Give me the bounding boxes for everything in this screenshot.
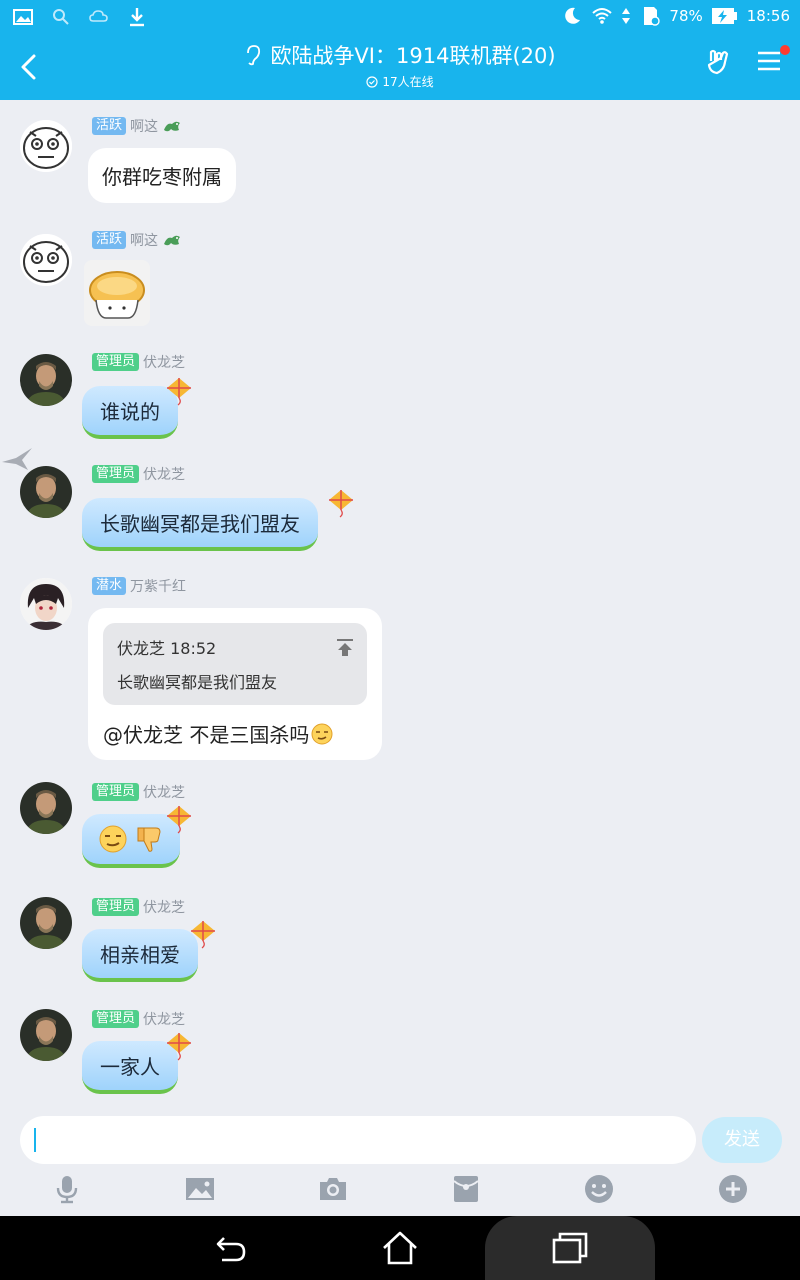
- bun-sticker[interactable]: [84, 260, 150, 326]
- chat-area[interactable]: 活跃 啊这 你群吃枣附属 活跃 啊这 管理员 伏龙芝 谁说的 管理员 伏龙芝 长…: [0, 100, 800, 1103]
- avatar-officer[interactable]: [20, 782, 72, 834]
- hamburger-icon: [758, 51, 780, 71]
- text-caret: [34, 1128, 36, 1152]
- clock: 18:56: [746, 7, 790, 25]
- message-bubble[interactable]: 你群吃枣附属: [88, 148, 236, 203]
- camera-icon[interactable]: [317, 1173, 349, 1205]
- avatar-cartoon-face[interactable]: [20, 120, 72, 172]
- dragon-icon: [164, 121, 181, 132]
- quote-text: 长歌幽冥都是我们盟友: [117, 673, 278, 692]
- sender-name[interactable]: 啊这: [130, 116, 158, 136]
- search-icon: [53, 9, 69, 25]
- admin-badge: 管理员: [92, 1010, 140, 1028]
- wifi-icon: [592, 8, 613, 24]
- online-check-icon: [366, 75, 378, 88]
- send-button[interactable]: 发送: [702, 1117, 782, 1163]
- avatar-cartoon-face[interactable]: [20, 234, 72, 286]
- gallery-icon: [13, 9, 33, 25]
- avatar-officer[interactable]: [20, 354, 72, 406]
- dragon-icon: [164, 235, 181, 246]
- battery-charging-icon: [711, 8, 737, 24]
- notification-dot: [780, 45, 790, 55]
- member-badge: 活跃: [92, 231, 127, 249]
- officer-portrait-icon: [20, 466, 72, 518]
- kite-icon: [167, 378, 191, 406]
- sender-name[interactable]: 万紫千红: [130, 576, 186, 596]
- ear-icon: [247, 45, 261, 66]
- avatar-anime[interactable]: [20, 578, 72, 630]
- sdcard-icon: [644, 7, 661, 26]
- admin-badge: 管理员: [92, 353, 140, 371]
- jump-to-top-icon[interactable]: [335, 637, 355, 657]
- anime-portrait-icon: [20, 578, 72, 630]
- member-badge: 潜水: [92, 577, 127, 595]
- cartoon-face-icon: [20, 120, 72, 172]
- message-bubble[interactable]: 相亲相爱: [82, 929, 198, 982]
- menu-button[interactable]: [756, 45, 790, 77]
- officer-portrait-icon: [20, 782, 72, 834]
- member-badge: 活跃: [92, 117, 127, 135]
- message-bubble[interactable]: 长歌幽冥都是我们盟友: [82, 498, 318, 551]
- sender-name[interactable]: 伏龙芝: [143, 782, 185, 802]
- quote-author: 伏龙芝 18:52: [117, 639, 217, 658]
- kite-icon: [191, 921, 215, 949]
- download-icon: [130, 8, 144, 27]
- admin-badge: 管理员: [92, 898, 140, 916]
- recents-nav-icon[interactable]: [550, 1228, 590, 1268]
- group-title: 欧陆战争VI：1914联机群(20): [270, 44, 556, 68]
- message-input[interactable]: [20, 1116, 696, 1164]
- cartoon-face-icon: [20, 234, 72, 286]
- thumbs-down-emoji: [137, 827, 161, 852]
- image-icon[interactable]: [184, 1173, 216, 1205]
- avatar-officer[interactable]: [20, 897, 72, 949]
- microphone-icon[interactable]: [51, 1173, 83, 1205]
- plus-icon[interactable]: [717, 1173, 749, 1205]
- admin-badge: 管理员: [92, 465, 140, 483]
- smirk-emoji: [311, 723, 333, 744]
- avatar-officer[interactable]: [20, 466, 72, 518]
- officer-portrait-icon: [20, 354, 72, 406]
- data-arrows-icon: [622, 8, 631, 24]
- quoted-message[interactable]: 伏龙芝 18:52 长歌幽冥都是我们盟友: [103, 623, 367, 705]
- admin-badge: 管理员: [92, 783, 140, 801]
- avatar-officer[interactable]: [20, 1009, 72, 1061]
- input-bar: 发送: [0, 1103, 800, 1216]
- sender-name[interactable]: 伏龙芝: [143, 352, 185, 372]
- sender-name[interactable]: 伏龙芝: [143, 897, 185, 917]
- officer-portrait-icon: [20, 1009, 72, 1061]
- message-bubble[interactable]: 伏龙芝 18:52 长歌幽冥都是我们盟友 @伏龙芝 不是三国杀吗: [88, 608, 382, 760]
- back-nav-icon[interactable]: [210, 1228, 250, 1268]
- sender-name[interactable]: 伏龙芝: [143, 1009, 185, 1029]
- kite-icon: [167, 1033, 191, 1061]
- sender-name[interactable]: 啊这: [130, 230, 158, 250]
- emoji-icon[interactable]: [583, 1173, 615, 1205]
- red-packet-icon[interactable]: [450, 1173, 482, 1205]
- moon-icon: [565, 7, 581, 24]
- system-nav-bar: [0, 1216, 800, 1280]
- sender-name[interactable]: 伏龙芝: [143, 464, 185, 484]
- hand-gesture-icon[interactable]: [704, 48, 734, 78]
- toolbar: [0, 1173, 800, 1213]
- chat-header: 欧陆战争VI：1914联机群(20) 17人在线: [0, 34, 800, 100]
- officer-portrait-icon: [20, 897, 72, 949]
- kite-icon: [167, 806, 191, 834]
- status-bar: 78% 18:56: [0, 0, 800, 34]
- smirk-emoji: [99, 825, 127, 853]
- online-count: 17人在线: [382, 75, 434, 89]
- cloud-icon: [89, 10, 108, 22]
- battery-percent: 78%: [669, 7, 703, 25]
- home-nav-icon[interactable]: [380, 1228, 420, 1268]
- kite-icon: [329, 490, 353, 518]
- reply-text: @伏龙芝 不是三国杀吗: [103, 723, 310, 747]
